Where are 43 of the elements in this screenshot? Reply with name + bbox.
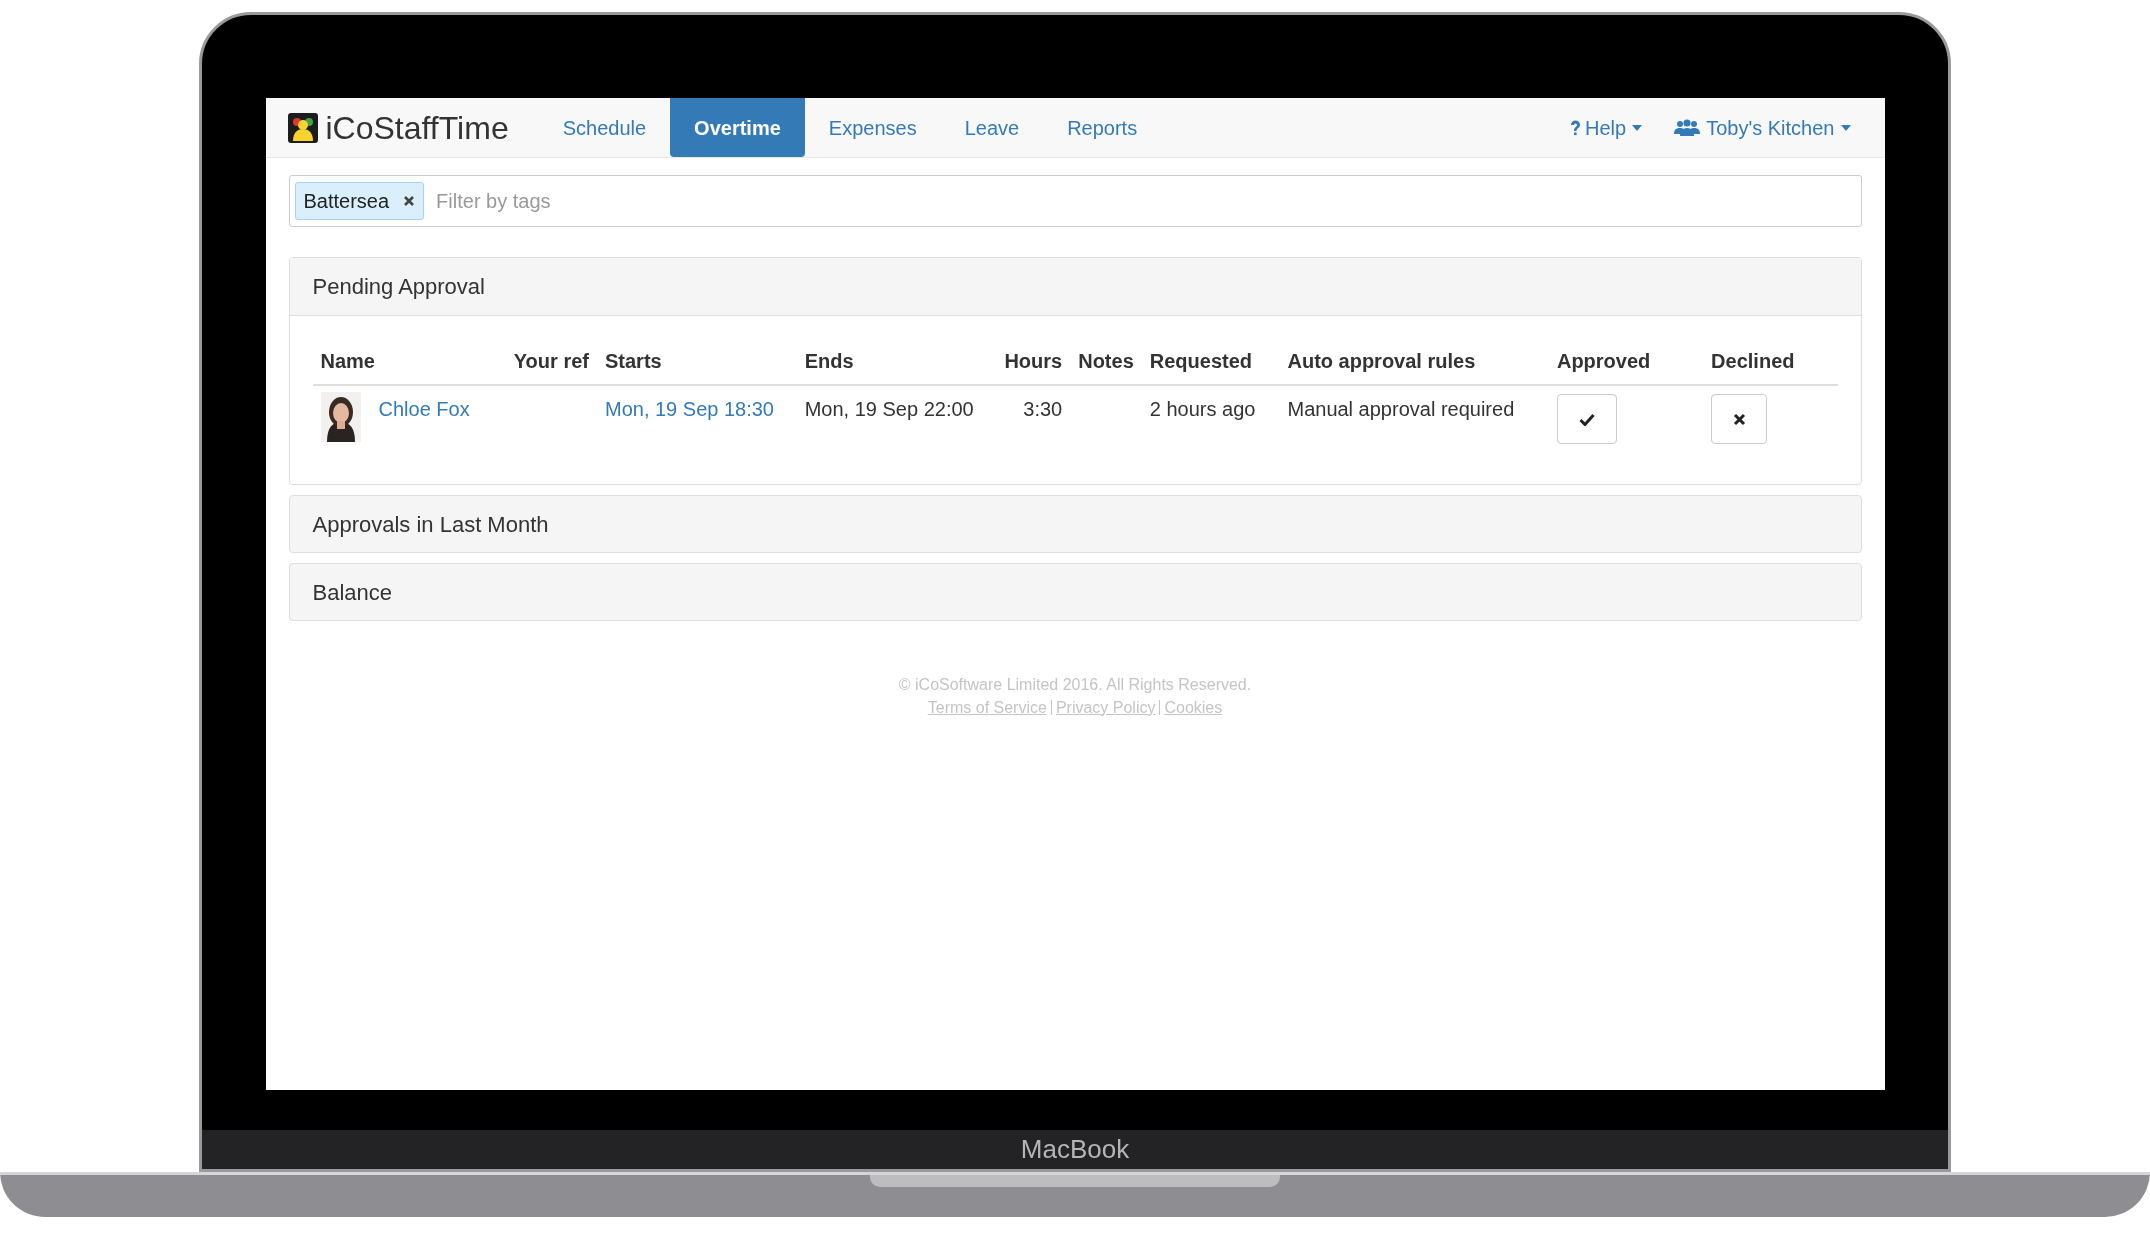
column-header: Auto approval rules <box>1287 350 1476 372</box>
column-header: Notes <box>1078 350 1134 372</box>
panel-title: Pending Approval <box>312 273 485 301</box>
account-menu[interactable]: Toby's Kitchen <box>1658 112 1867 143</box>
tag-filter-field[interactable]: Battersea Filter by tags <box>288 175 1862 227</box>
column-header: Starts <box>604 350 662 372</box>
column-header: Declined <box>1711 350 1795 372</box>
column-header: Your ref <box>513 350 589 372</box>
device-label: MacBook <box>1020 1133 1130 1166</box>
employee-link[interactable]: Chloe Fox <box>378 392 470 424</box>
remove-icon[interactable] <box>403 195 416 207</box>
nav-tab[interactable]: Overtime <box>670 98 805 157</box>
panel-title: Approvals in Last Month <box>312 510 549 539</box>
column-header: Requested <box>1149 350 1253 372</box>
check-icon <box>1578 412 1595 426</box>
nav-tab[interactable]: Reports <box>1043 98 1162 157</box>
approval-rule: Manual approval required <box>1287 398 1515 420</box>
start-link[interactable]: Mon, 19 Sep 18:30 <box>604 398 774 420</box>
decline-button[interactable] <box>1711 394 1768 444</box>
nav-tab[interactable]: Schedule <box>538 98 671 157</box>
brand-name: iCoStaffTime <box>325 108 509 148</box>
column-header: Hours <box>1004 350 1063 372</box>
panel-title: Balance <box>312 578 392 607</box>
collapsed-panel[interactable]: Approvals in Last Month <box>288 495 1862 553</box>
requested-time: 2 hours ago <box>1149 398 1256 420</box>
question-icon <box>1570 119 1581 136</box>
hours-value: 3:30 <box>1023 398 1063 420</box>
column-header: Approved <box>1556 350 1651 372</box>
users-icon <box>1674 118 1701 137</box>
nav-tab[interactable]: Expenses <box>804 98 941 157</box>
column-header: Name <box>320 350 375 372</box>
nav-tab[interactable]: Leave <box>940 98 1044 157</box>
caret-icon <box>1840 124 1851 131</box>
close-icon <box>1732 412 1746 426</box>
caret-icon <box>1632 124 1643 131</box>
end-time: Mon, 19 Sep 22:00 <box>804 398 974 420</box>
copyright-text: © iCoSoftware Limited 2016. All Rights Reserved. <box>898 675 1252 695</box>
logo-icon <box>287 112 318 143</box>
collapsed-panel[interactable]: Balance <box>288 563 1862 621</box>
filter-input[interactable]: Filter by tags <box>436 186 1856 216</box>
tag-chip[interactable]: Battersea <box>294 182 425 220</box>
column-header: Ends <box>804 350 854 372</box>
help-menu[interactable]: Help <box>1554 112 1659 143</box>
